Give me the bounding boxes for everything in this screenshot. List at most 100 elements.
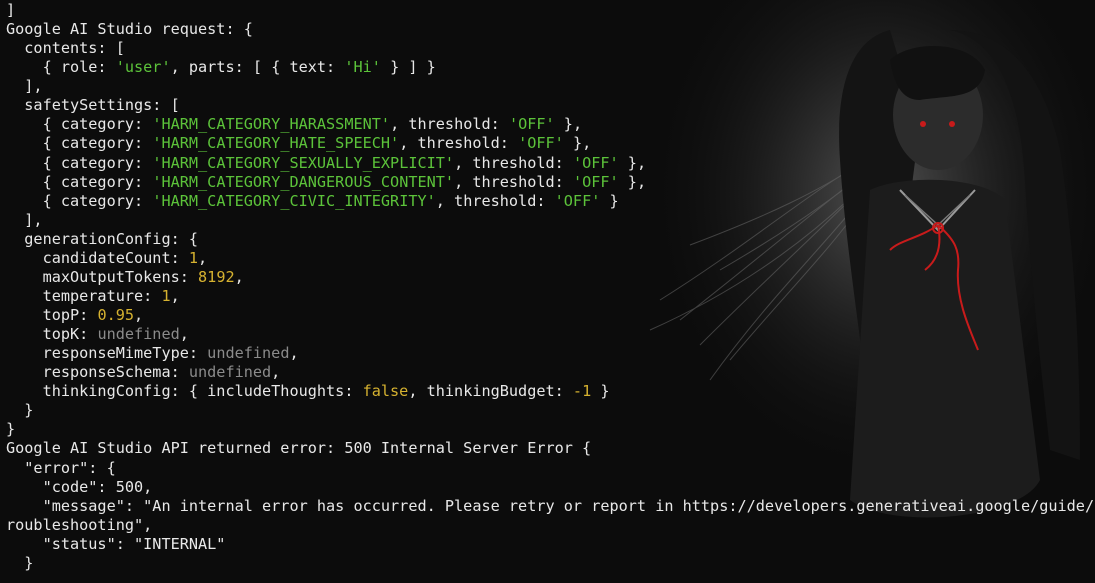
log-token: , <box>179 325 189 344</box>
log-token: }, <box>618 153 647 172</box>
terminal-line: Google AI Studio API returned error: 500… <box>6 439 1095 458</box>
log-token: , <box>289 344 299 363</box>
log-token: 'OFF' <box>572 153 619 172</box>
terminal-line: generationConfig: { <box>6 230 1095 249</box>
terminal-line: "message": "An internal error has occurr… <box>6 497 1095 516</box>
terminal-line: safetySettings: [ <box>6 96 1095 115</box>
terminal-line: } <box>6 401 1095 420</box>
log-token: "code": 500, <box>6 477 153 496</box>
log-token: , <box>234 267 244 286</box>
terminal-output: ] Google AI Studio request: { contents: [… <box>6 1 1095 583</box>
terminal-line: responseMimeType: undefined, <box>6 344 1095 363</box>
log-token: 'Hi' <box>344 58 381 77</box>
log-token: temperature: <box>6 286 162 305</box>
terminal-line: { category: 'HARM_CATEGORY_HATE_SPEECH',… <box>6 134 1095 153</box>
log-token: , <box>198 248 208 267</box>
log-token: responseSchema: <box>6 363 189 382</box>
terminal-line: contents: [ <box>6 39 1095 58</box>
log-token: 'OFF' <box>518 134 564 153</box>
terminal-line: thinkingConfig: { includeThoughts: false… <box>6 382 1095 401</box>
log-token: , <box>134 306 144 324</box>
terminal-line: "status": "INTERNAL" <box>6 535 1095 554</box>
log-token: "message": "An internal error has occurr… <box>6 496 1095 515</box>
terminal-line: roubleshooting", <box>6 516 1095 535</box>
log-token: Google AI Studio API returned error: 500… <box>6 439 592 458</box>
terminal-line: { category: 'HARM_CATEGORY_SEXUALLY_EXPL… <box>6 154 1095 173</box>
log-token: { category: <box>6 153 153 172</box>
log-token: candidateCount: <box>6 248 189 267</box>
log-token: ], <box>6 77 43 96</box>
log-token: responseMimeType: <box>6 344 208 363</box>
log-token: 0.95 <box>97 306 135 324</box>
log-token: { category: <box>6 191 153 210</box>
terminal-line: ], <box>6 211 1095 230</box>
terminal-line: responseSchema: undefined, <box>6 363 1095 382</box>
terminal-line: "code": 500, <box>6 478 1095 497</box>
log-token: } <box>6 553 34 572</box>
log-token: roubleshooting", <box>6 515 153 534</box>
log-token: 'OFF' <box>572 172 619 191</box>
terminal-line: { category: 'HARM_CATEGORY_CIVIC_INTEGRI… <box>6 192 1095 211</box>
terminal-line: maxOutputTokens: 8192, <box>6 268 1095 287</box>
log-token: } <box>6 420 16 439</box>
terminal-line: ], <box>6 77 1095 96</box>
log-token: "status": "INTERNAL" <box>6 534 226 553</box>
log-token: 1 <box>161 286 171 305</box>
terminal-line: topK: undefined, <box>6 325 1095 344</box>
log-token: }, <box>554 115 583 134</box>
terminal-line: { role: 'user', parts: [ { text: 'Hi' } … <box>6 58 1095 77</box>
log-token: 'HARM_CATEGORY_HARASSMENT' <box>152 115 391 134</box>
log-token: , threshold: <box>390 115 509 134</box>
terminal-line: } <box>6 554 1095 573</box>
log-token: generationConfig: { <box>6 229 199 248</box>
log-token: topP: <box>6 306 98 324</box>
log-token: maxOutputTokens: <box>6 267 199 286</box>
log-token: 'HARM_CATEGORY_CIVIC_INTEGRITY' <box>152 191 436 210</box>
log-token: }, <box>618 172 647 191</box>
log-token: Google AI Studio request: { <box>6 20 253 39</box>
log-token: undefined <box>97 325 180 344</box>
log-token: topK: <box>6 325 98 344</box>
log-token: } ] } <box>380 58 436 77</box>
log-token: 'user' <box>115 58 171 77</box>
terminal-line: { category: 'HARM_CATEGORY_DANGEROUS_CON… <box>6 173 1095 192</box>
log-token: 'OFF' <box>508 115 555 134</box>
terminal-line: { category: 'HARM_CATEGORY_HARASSMENT', … <box>6 115 1095 134</box>
log-token: } <box>600 191 619 210</box>
log-token: -1 <box>572 382 592 401</box>
log-token: }, <box>563 134 592 153</box>
log-token: thinkingConfig: { includeThoughts: <box>6 382 363 401</box>
log-token: , threshold: <box>454 153 573 172</box>
log-token: contents: [ <box>6 39 125 58</box>
terminal-line: } <box>6 420 1095 439</box>
log-token: 8192 <box>198 267 235 286</box>
log-token: , threshold: <box>435 191 555 210</box>
terminal-line: ] <box>6 1 1095 20</box>
log-token: { category: <box>6 134 153 153</box>
log-token: undefined <box>188 363 272 382</box>
log-token: 'OFF' <box>554 191 601 210</box>
log-token: , thinkingBudget: <box>408 382 573 401</box>
log-token: , parts: [ { text: <box>170 58 345 77</box>
terminal-line: topP: 0.95, <box>6 306 1095 325</box>
log-token: { category: <box>6 172 153 191</box>
log-token: ] <box>6 1 16 19</box>
log-token: 1 <box>188 248 199 267</box>
log-token: , threshold: <box>399 134 519 153</box>
log-token: } <box>6 401 34 420</box>
log-token: 'HARM_CATEGORY_SEXUALLY_EXPLICIT' <box>152 153 455 172</box>
log-token: , threshold: <box>454 172 573 191</box>
log-token: "error": { <box>6 458 116 477</box>
log-token: 'HARM_CATEGORY_DANGEROUS_CONTENT' <box>152 172 455 191</box>
terminal-line: Google AI Studio request: { <box>6 20 1095 39</box>
terminal-line: temperature: 1, <box>6 287 1095 306</box>
log-token: 'HARM_CATEGORY_HATE_SPEECH' <box>152 134 400 153</box>
log-token: { category: <box>6 115 153 134</box>
log-token: } <box>591 382 610 401</box>
terminal-line: candidateCount: 1, <box>6 249 1095 268</box>
terminal-line: "error": { <box>6 459 1095 478</box>
log-token: undefined <box>207 344 290 363</box>
log-token: { role: <box>6 58 116 77</box>
log-token: , <box>170 286 180 305</box>
log-token: false <box>362 382 409 401</box>
